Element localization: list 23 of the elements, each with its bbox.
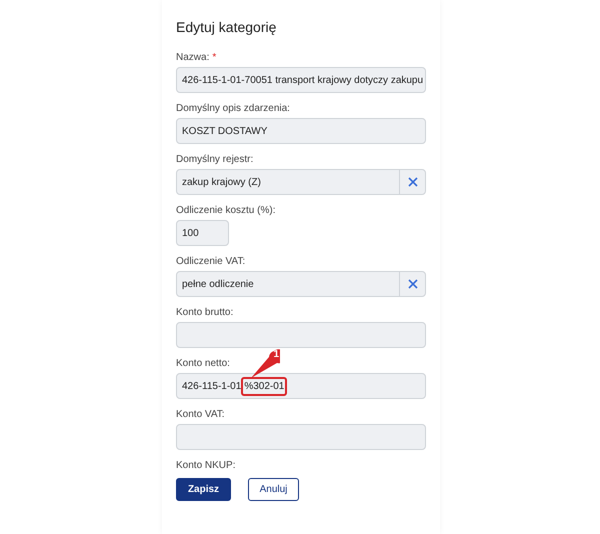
save-button[interactable]: Zapisz	[176, 478, 231, 501]
field-label: Konto VAT:	[176, 409, 225, 421]
field-label: Odliczenie VAT:	[176, 256, 246, 268]
input-field[interactable]: KOSZT DOSTAWY	[176, 118, 426, 144]
field-label: Konto netto:	[176, 358, 230, 370]
field-label: Domyślny opis zdarzenia:	[176, 103, 290, 115]
input-field[interactable]	[176, 424, 426, 450]
input-field[interactable]: 100	[176, 220, 229, 246]
field-label: Odliczenie kosztu (%):	[176, 205, 276, 217]
dialog-title: Edytuj kategorię	[176, 19, 278, 36]
field-label: Domyślny rejestr:	[176, 154, 254, 166]
field-label: Konto NKUP:	[176, 460, 236, 472]
clear-icon[interactable]	[408, 177, 418, 187]
select-field[interactable]: pełne odliczenie	[176, 271, 426, 297]
required-mark: *	[212, 52, 216, 64]
cancel-button[interactable]: Anuluj	[248, 478, 299, 501]
field-label: Nazwa:	[176, 52, 210, 64]
input-field[interactable]	[176, 322, 426, 348]
select-field[interactable]: zakup krajowy (Z)	[176, 169, 426, 195]
callout-number: 1	[272, 348, 280, 360]
input-field[interactable]: 426-115-1-01-70051 transport krajowy dotyczy zakupu	[176, 67, 426, 93]
clear-icon[interactable]	[408, 279, 418, 289]
field-label: Konto brutto:	[176, 307, 234, 319]
